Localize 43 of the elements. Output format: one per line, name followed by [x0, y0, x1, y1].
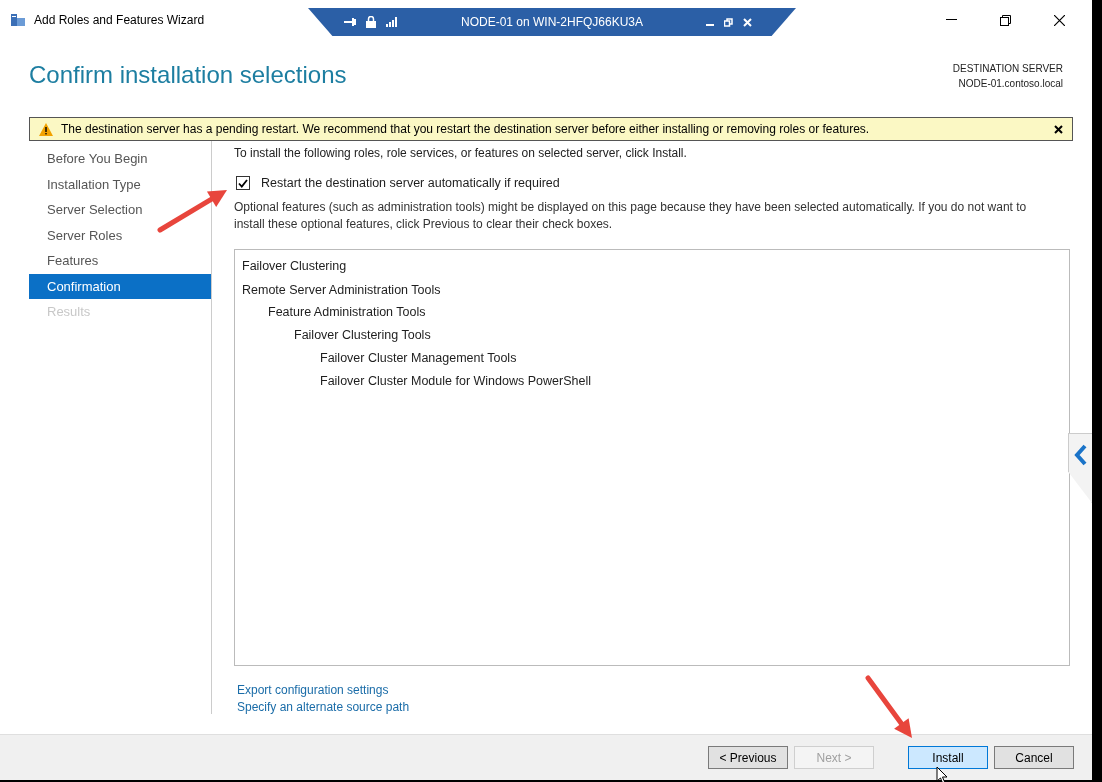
destination-server: NODE-01.contoso.local: [958, 77, 1063, 91]
destination-label: DESTINATION SERVER: [952, 62, 1063, 76]
page-title: Confirm installation selections: [29, 60, 347, 90]
pin-icon[interactable]: [344, 17, 356, 27]
link[interactable]: Export configuration settings: [237, 681, 389, 699]
optional-features-note: Optional features (such as administration tools) might be displayed on this page because they have been selected automatically. If you do not want to install these optional features, click Previous to clear their check boxes.: [234, 198, 1028, 233]
wizard-button[interactable]: < Previous: [708, 746, 788, 769]
wizard-step[interactable]: Confirmation: [29, 273, 211, 299]
selection-item: Failover Clustering: [242, 257, 347, 275]
signal-icon[interactable]: [386, 17, 398, 27]
wizard-step[interactable]: Before You Begin: [29, 146, 211, 172]
warning-icon: [39, 122, 53, 136]
selection-item: Feature Administration Tools: [268, 304, 426, 322]
wizard-step[interactable]: Server Roles: [29, 222, 211, 248]
close-icon: [1054, 124, 1063, 134]
checkbox-label: Restart the destination server automatically if required: [261, 175, 560, 192]
check-icon: [238, 178, 248, 188]
lock-icon[interactable]: [366, 16, 376, 28]
annotation-arrow: [157, 190, 227, 233]
close-icon: [1053, 14, 1065, 26]
minimize-icon: [945, 19, 957, 21]
connection-title: NODE-01 on WIN-2HFQJ66KU3A: [459, 14, 645, 31]
selection-item: Failover Cluster Management Tools: [320, 349, 517, 367]
warning-message: The destination server has a pending restart. We recommend that you restart the destination server before either installing or removing roles or features.: [61, 121, 870, 138]
restore-icon[interactable]: [724, 17, 733, 27]
wizard-step[interactable]: Installation Type: [29, 171, 211, 197]
selection-item: Failover Cluster Module for Windows PowerShell: [320, 372, 591, 390]
link[interactable]: Specify an alternate source path: [237, 698, 410, 716]
annotation-arrow: [865, 675, 912, 738]
restore-icon: [999, 14, 1011, 26]
selection-item: Failover Clustering Tools: [294, 327, 431, 344]
chevron-left-icon: [1073, 444, 1088, 466]
selection-item: Remote Server Administration Tools: [242, 281, 441, 299]
window-title: Add Roles and Features Wizard: [34, 12, 205, 29]
close-icon[interactable]: [743, 17, 752, 27]
restart-checkbox[interactable]: [236, 176, 250, 191]
wizard-step[interactable]: Features: [29, 248, 211, 274]
wizard-step[interactable]: Server Selection: [29, 197, 211, 223]
intro-text: To install the following roles, role services, or features on selected server, click Install.: [234, 145, 688, 162]
wizard-button[interactable]: Install: [908, 746, 988, 769]
server-wizard-icon: [10, 12, 26, 28]
dismiss-button[interactable]: [1054, 124, 1063, 134]
wizard-button[interactable]: Cancel: [994, 746, 1074, 769]
